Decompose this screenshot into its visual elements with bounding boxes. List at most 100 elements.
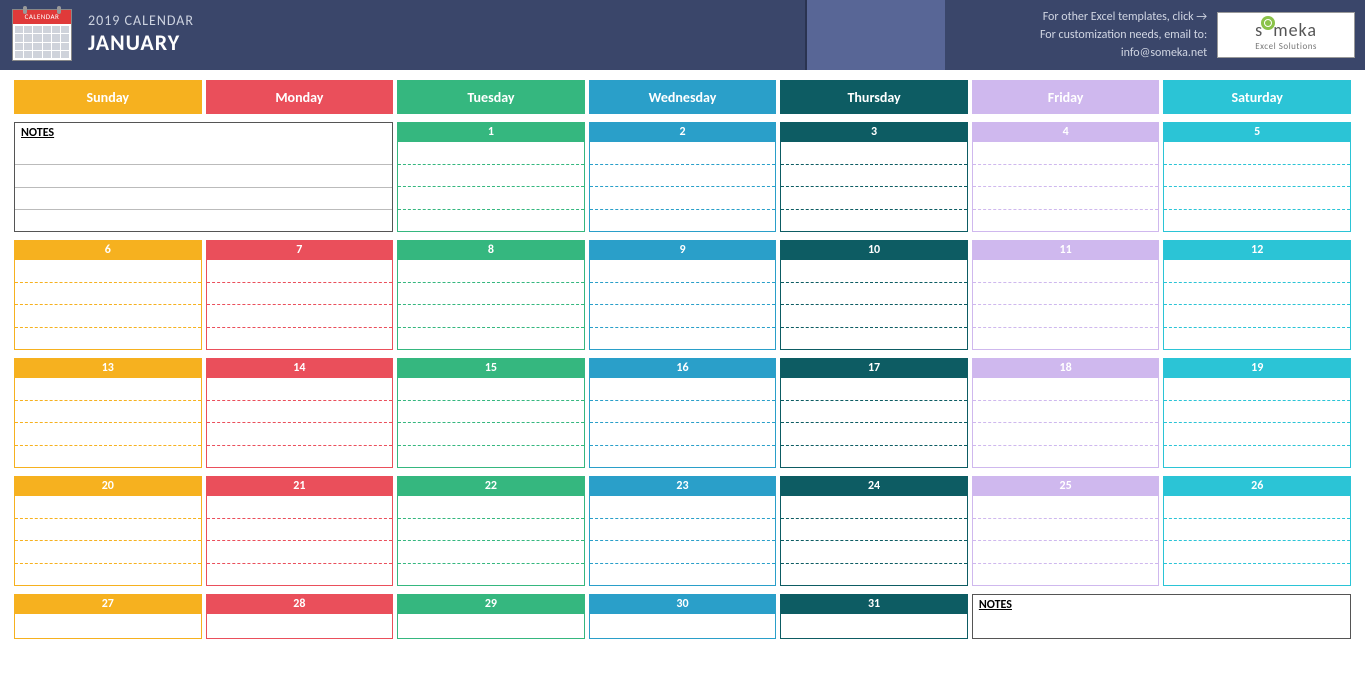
day-cell[interactable]: 5 <box>1163 122 1351 232</box>
entry-line[interactable] <box>1164 283 1350 306</box>
entry-line[interactable] <box>398 541 584 564</box>
day-cell[interactable]: 27 <box>14 594 202 639</box>
day-body[interactable] <box>206 260 394 350</box>
entry-line[interactable] <box>398 564 584 586</box>
day-body[interactable] <box>972 378 1160 468</box>
entry-line[interactable] <box>207 401 393 424</box>
day-cell[interactable]: 4 <box>972 122 1160 232</box>
entry-line[interactable] <box>781 564 967 586</box>
day-cell[interactable]: 29 <box>397 594 585 639</box>
day-cell[interactable]: 1 <box>397 122 585 232</box>
entry-line[interactable] <box>781 142 967 165</box>
entry-line[interactable] <box>781 328 967 350</box>
day-cell[interactable]: 25 <box>972 476 1160 586</box>
entry-line[interactable] <box>398 283 584 306</box>
entry-line[interactable] <box>398 614 584 638</box>
entry-line[interactable] <box>15 541 201 564</box>
day-cell[interactable]: 9 <box>589 240 777 350</box>
entry-line[interactable] <box>207 496 393 519</box>
entry-line[interactable] <box>590 541 776 564</box>
day-cell[interactable]: 30 <box>589 594 777 639</box>
entry-line[interactable] <box>207 519 393 542</box>
entry-line[interactable] <box>15 446 201 468</box>
entry-line[interactable] <box>1164 541 1350 564</box>
entry-line[interactable] <box>781 305 967 328</box>
day-body[interactable] <box>589 496 777 586</box>
day-cell[interactable]: 10 <box>780 240 968 350</box>
entry-line[interactable] <box>15 423 201 446</box>
entry-line[interactable] <box>1164 496 1350 519</box>
entry-line[interactable] <box>15 305 201 328</box>
day-cell[interactable]: 15 <box>397 358 585 468</box>
entry-line[interactable] <box>207 446 393 468</box>
entry-line[interactable] <box>590 519 776 542</box>
entry-line[interactable] <box>207 283 393 306</box>
entry-line[interactable] <box>207 378 393 401</box>
day-cell[interactable]: 28 <box>206 594 394 639</box>
day-body[interactable] <box>780 260 968 350</box>
day-cell[interactable]: 7 <box>206 240 394 350</box>
day-body[interactable] <box>1163 260 1351 350</box>
day-body[interactable] <box>14 614 202 639</box>
entry-line[interactable] <box>781 187 967 210</box>
entry-line[interactable] <box>973 142 1159 165</box>
entry-line[interactable] <box>398 210 584 232</box>
entry-line[interactable] <box>590 614 776 638</box>
entry-line[interactable] <box>15 328 201 350</box>
entry-line[interactable] <box>590 564 776 586</box>
entry-line[interactable] <box>590 378 776 401</box>
entry-line[interactable] <box>15 564 201 586</box>
day-cell[interactable]: 17 <box>780 358 968 468</box>
someka-logo[interactable]: smeka Excel Solutions <box>1217 12 1355 58</box>
entry-line[interactable] <box>781 401 967 424</box>
entry-line[interactable] <box>207 260 393 283</box>
day-cell[interactable]: 18 <box>972 358 1160 468</box>
entry-line[interactable] <box>15 260 201 283</box>
day-cell[interactable]: 13 <box>14 358 202 468</box>
day-body[interactable] <box>589 260 777 350</box>
day-cell[interactable]: 11 <box>972 240 1160 350</box>
day-cell[interactable]: 3 <box>780 122 968 232</box>
entry-line[interactable] <box>973 210 1159 232</box>
entry-line[interactable] <box>973 401 1159 424</box>
entry-line[interactable] <box>590 283 776 306</box>
entry-line[interactable] <box>1164 446 1350 468</box>
entry-line[interactable] <box>973 564 1159 586</box>
entry-line[interactable] <box>590 305 776 328</box>
day-cell[interactable]: 2 <box>589 122 777 232</box>
entry-line[interactable] <box>781 378 967 401</box>
day-body[interactable] <box>780 142 968 232</box>
day-body[interactable] <box>972 260 1160 350</box>
entry-line[interactable] <box>398 260 584 283</box>
entry-line[interactable] <box>973 283 1159 306</box>
day-cell[interactable]: 19 <box>1163 358 1351 468</box>
day-body[interactable] <box>589 142 777 232</box>
entry-line[interactable] <box>590 401 776 424</box>
day-body[interactable] <box>14 260 202 350</box>
entry-line[interactable] <box>781 210 967 232</box>
entry-line[interactable] <box>973 165 1159 188</box>
entry-line[interactable] <box>973 423 1159 446</box>
entry-line[interactable] <box>207 423 393 446</box>
entry-line[interactable] <box>15 378 201 401</box>
entry-line[interactable] <box>1164 519 1350 542</box>
notes-block[interactable]: NOTES <box>14 122 393 232</box>
day-cell[interactable]: 20 <box>14 476 202 586</box>
entry-line[interactable] <box>398 423 584 446</box>
day-cell[interactable]: 12 <box>1163 240 1351 350</box>
day-body[interactable] <box>589 378 777 468</box>
entry-line[interactable] <box>398 305 584 328</box>
entry-line[interactable] <box>590 423 776 446</box>
entry-line[interactable] <box>1164 423 1350 446</box>
entry-line[interactable] <box>398 165 584 188</box>
entry-line[interactable] <box>973 378 1159 401</box>
day-cell[interactable]: 14 <box>206 358 394 468</box>
entry-line[interactable] <box>398 401 584 424</box>
entry-line[interactable] <box>207 614 393 638</box>
entry-line[interactable] <box>590 496 776 519</box>
entry-line[interactable] <box>973 519 1159 542</box>
entry-line[interactable] <box>781 260 967 283</box>
day-body[interactable] <box>972 496 1160 586</box>
notes-line[interactable] <box>15 165 392 187</box>
entry-line[interactable] <box>590 165 776 188</box>
